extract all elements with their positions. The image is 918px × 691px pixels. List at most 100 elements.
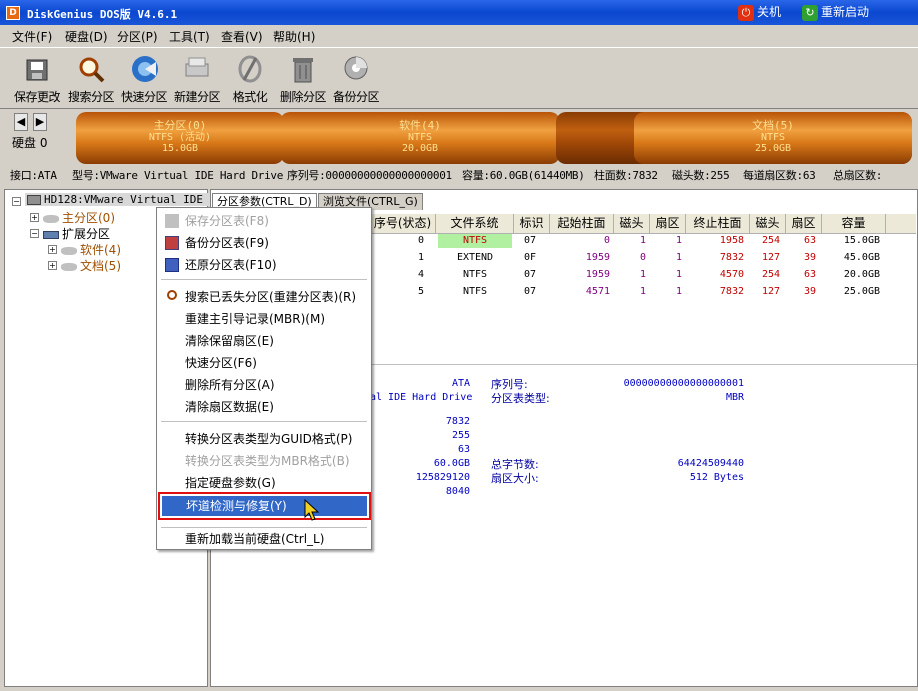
search-partition-label: 搜索分区	[67, 90, 115, 104]
cell-end-head: 254	[761, 269, 780, 280]
menu-item-rebuild-mbr[interactable]: 重建主引导记录(MBR)(M)	[157, 308, 371, 330]
expand-icon[interactable]: +	[48, 261, 57, 270]
extended-partition-icon	[43, 230, 59, 239]
cell-end-sector: 63	[803, 269, 816, 280]
menu-item-delete-all-partitions[interactable]: 删除所有分区(A)	[157, 374, 371, 396]
menu-item-label: 转换分区表类型为MBR格式(B)	[185, 454, 350, 468]
tree-item-primary[interactable]: 主分区(0)	[43, 209, 115, 226]
menu-tools[interactable]: 工具(T)	[169, 28, 210, 45]
cell-start-cyl: 1959	[585, 269, 610, 280]
backup-partition-button[interactable]: 备份分区	[329, 54, 383, 108]
tree-item-extended[interactable]: 扩展分区	[43, 225, 110, 242]
prev-disk-button[interactable]: ◀	[14, 113, 28, 131]
tree-item-soft[interactable]: 软件(4)	[61, 241, 121, 258]
menu-separator	[161, 279, 367, 280]
save-changes-button[interactable]: 保存更改	[10, 54, 64, 108]
menu-item-label: 重新加载当前硬盘(Ctrl_L)	[185, 532, 325, 546]
info-total-sectors: 总扇区数:	[833, 169, 883, 182]
search-partition-button[interactable]: 搜索分区	[64, 54, 118, 108]
menu-item-label: 重建主引导记录(MBR)(M)	[185, 312, 326, 326]
menu-item-specify-disk-params[interactable]: 指定硬盘参数(G)	[157, 472, 371, 494]
expand-icon[interactable]: +	[48, 245, 57, 254]
quick-partition-label: 快速分区	[120, 90, 168, 104]
collapse-icon[interactable]: −	[12, 197, 21, 206]
cell-index: 4	[418, 269, 425, 280]
new-partition-button[interactable]: 新建分区	[170, 54, 224, 108]
menu-item-search-lost-partitions[interactable]: 搜索已丢失分区(重建分区表)(R)	[157, 286, 371, 308]
menu-separator	[161, 421, 367, 422]
menu-item-bad-sector-repair[interactable]: 坏道检测与修复(Y)	[158, 492, 371, 520]
menu-item-clear-sector-data[interactable]: 清除扇区数据(E)	[157, 396, 371, 418]
search-icon	[77, 54, 105, 84]
cell-id: 0F	[524, 252, 537, 263]
new-partition-icon	[183, 54, 211, 84]
col-filesystem[interactable]: 文件系统	[436, 214, 514, 234]
tree-item-docs[interactable]: 文档(5)	[61, 257, 121, 274]
cell-fs: NTFS	[438, 234, 512, 248]
tree-soft-label: 软件(4)	[80, 243, 121, 257]
menu-item-convert-to-mbr[interactable]: 转换分区表类型为MBR格式(B)	[157, 450, 371, 472]
col-sector[interactable]: 扇区	[650, 214, 686, 234]
col-head[interactable]: 磁头	[614, 214, 650, 234]
col-index[interactable]: 序号(状态)	[370, 214, 436, 234]
expand-icon[interactable]: +	[30, 213, 39, 222]
collapse-icon[interactable]: −	[30, 229, 39, 238]
menu-item-quick-partition[interactable]: 快速分区(F6)	[157, 352, 371, 374]
menu-bar: 文件(F) 硬盘(D) 分区(P) 工具(T) 查看(V) 帮助(H)	[0, 25, 918, 47]
col-end-cyl[interactable]: 终止柱面	[686, 214, 750, 234]
menu-item-selected: 坏道检测与修复(Y)	[162, 496, 367, 516]
format-button[interactable]: 格式化	[223, 54, 277, 108]
info-model: 型号:VMware Virtual IDE Hard Drive	[72, 169, 284, 182]
col-capacity[interactable]: 容量	[822, 214, 886, 234]
cell-sector: 1	[675, 235, 682, 246]
menu-partition[interactable]: 分区(P)	[117, 28, 158, 45]
col-end-head[interactable]: 磁头	[750, 214, 786, 234]
tree-disk-hd128[interactable]: HD128:VMware Virtual IDE Ha	[25, 193, 225, 206]
delete-partition-button[interactable]: 删除分区	[276, 54, 330, 108]
save-icon	[165, 214, 179, 228]
col-start-cyl[interactable]: 起始柱面	[550, 214, 614, 234]
partition-segment-docs[interactable]: 文档(5) NTFS 25.0GB	[634, 112, 912, 164]
menu-item-backup-partition-table[interactable]: 备份分区表(F9)	[157, 232, 371, 254]
info-capacity: 容量:60.0GB(61440MB)	[462, 169, 585, 182]
shutdown-button[interactable]: ⏻ 关机	[738, 3, 781, 22]
detail-serial: 00000000000000000001	[623, 378, 744, 389]
search-icon	[167, 290, 177, 300]
restore-table-icon	[165, 258, 179, 272]
detail-pt: MBR	[725, 392, 744, 403]
quick-partition-button[interactable]: 快速分区	[117, 54, 171, 108]
next-disk-button[interactable]: ▶	[33, 113, 47, 131]
partition-segment-soft[interactable]: 软件(4) NTFS 20.0GB	[280, 112, 560, 164]
backup-table-icon	[165, 236, 179, 250]
segment-fs: NTFS (活动)	[148, 132, 212, 143]
segment-size: 20.0GB	[401, 143, 439, 154]
menu-help[interactable]: 帮助(H)	[273, 28, 315, 45]
cell-start-cyl: 4571	[585, 286, 610, 297]
col-end-sector[interactable]: 扇区	[786, 214, 822, 234]
disk-map-bar: ◀ ▶ 主分区(0) NTFS (活动) 15.0GB 软件(4) NTFS 2…	[0, 109, 918, 165]
cell-capacity: 25.0GB	[843, 286, 880, 297]
app-icon: D	[6, 6, 20, 20]
info-sectors-per-track: 每道扇区数:63	[743, 169, 816, 182]
segment-name: 软件(4)	[399, 119, 441, 132]
menu-file[interactable]: 文件(F)	[12, 28, 52, 45]
mouse-cursor-icon	[304, 499, 320, 521]
menu-disk[interactable]: 硬盘(D)	[65, 28, 108, 45]
detail-interface: ATA	[451, 378, 470, 389]
menu-item-restore-partition-table[interactable]: 还原分区表(F10)	[157, 254, 371, 276]
partition-icon	[61, 262, 77, 271]
menu-item-save-partition-table[interactable]: 保存分区表(F8)	[157, 210, 371, 232]
col-id[interactable]: 标识	[514, 214, 550, 234]
detail-sector-size-label: 扇区大小:	[491, 472, 539, 485]
cell-end-head: 127	[761, 252, 780, 263]
backup-icon	[342, 54, 370, 84]
menu-item-label: 清除扇区数据(E)	[185, 400, 274, 414]
cell-end-head: 254	[761, 235, 780, 246]
menu-item-reload-disk[interactable]: 重新加载当前硬盘(Ctrl_L)	[157, 528, 371, 550]
menu-item-convert-to-guid[interactable]: 转换分区表类型为GUID格式(P)	[157, 428, 371, 450]
partition-segment-primary[interactable]: 主分区(0) NTFS (活动) 15.0GB	[76, 112, 284, 164]
restart-button[interactable]: ↻ 重新启动	[802, 3, 869, 22]
menu-item-label: 坏道检测与修复(Y)	[186, 499, 287, 513]
menu-view[interactable]: 查看(V)	[221, 28, 263, 45]
menu-item-clear-reserved-sectors[interactable]: 清除保留扇区(E)	[157, 330, 371, 352]
